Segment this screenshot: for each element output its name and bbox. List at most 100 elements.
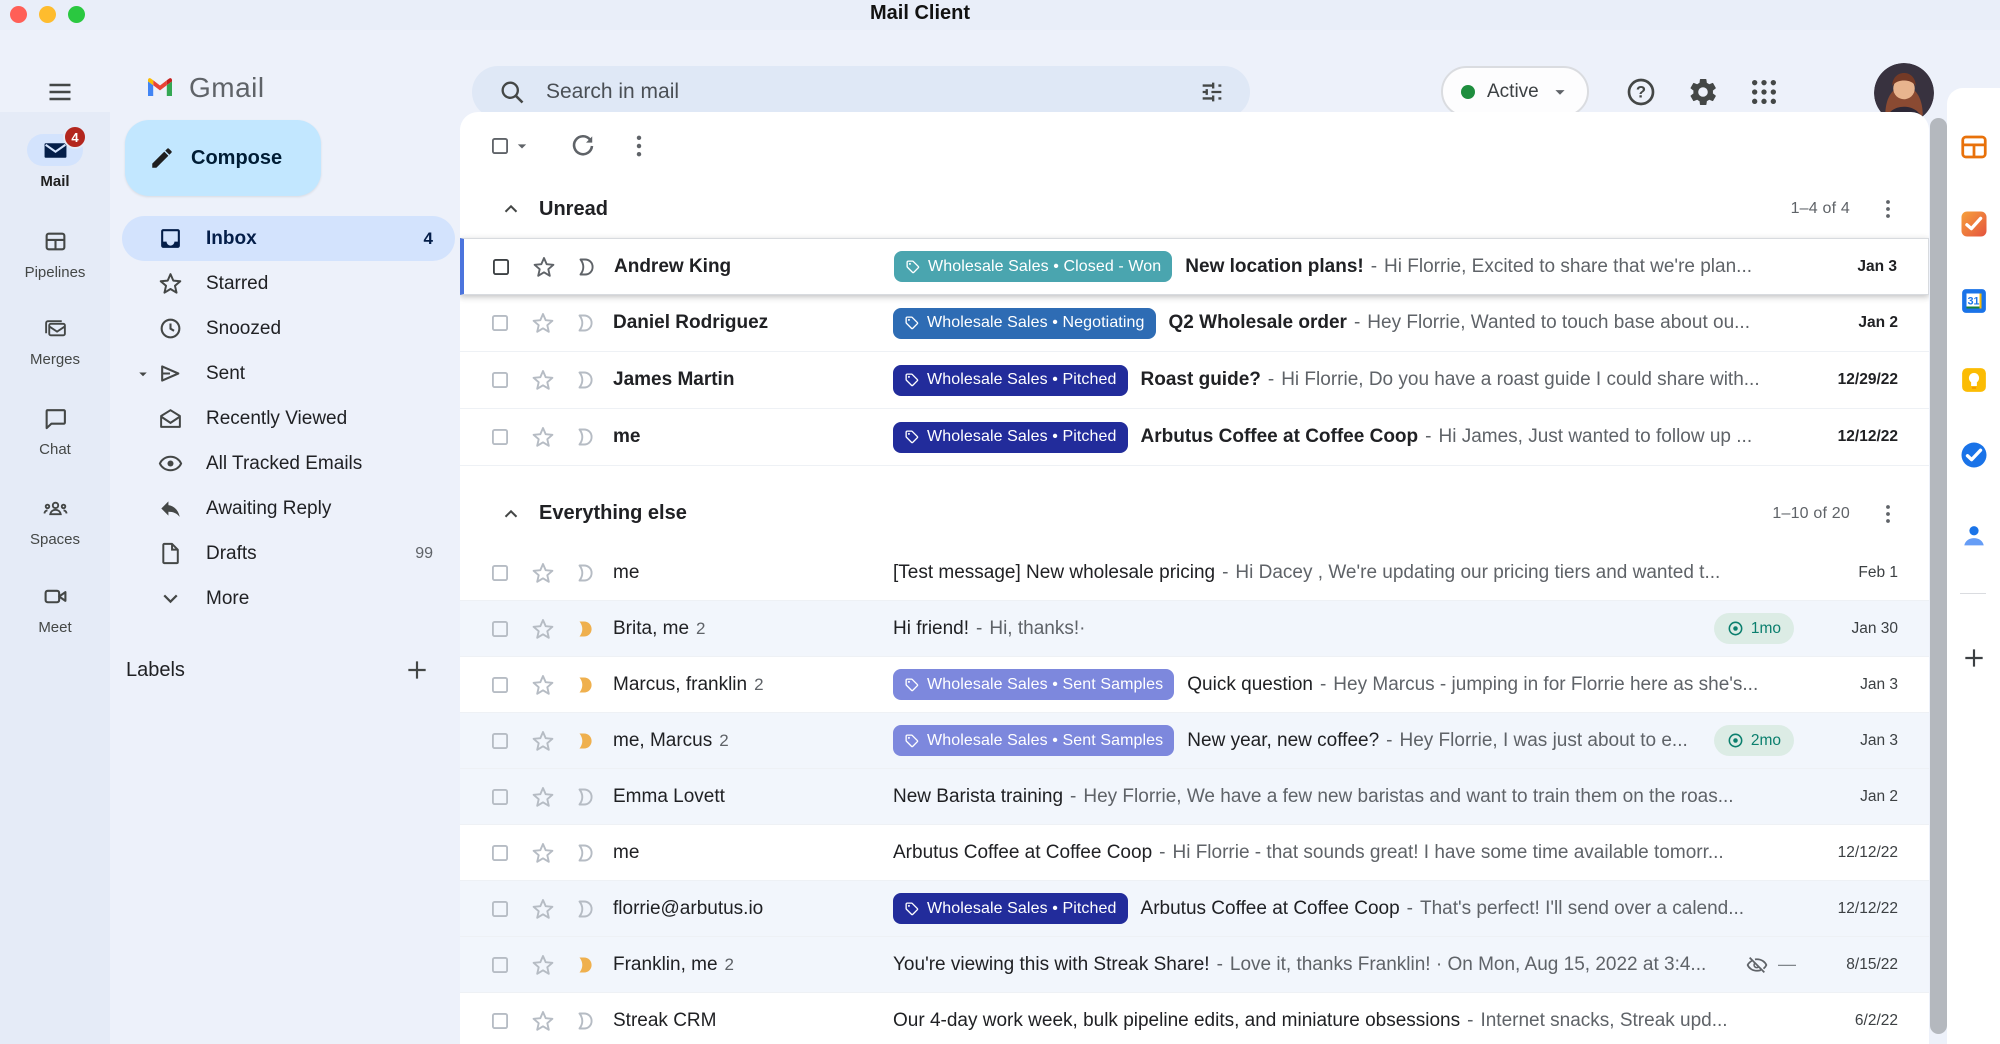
pipeline-stage-label[interactable]: Wholesale Sales • Pitched bbox=[893, 893, 1128, 924]
compose-button[interactable]: Compose bbox=[125, 120, 321, 196]
row-checkbox[interactable] bbox=[490, 313, 510, 333]
sidebar-item-starred[interactable]: Starred bbox=[122, 261, 455, 306]
rail-item-merges[interactable]: Merges bbox=[0, 312, 110, 368]
google-keep-icon[interactable] bbox=[1959, 365, 1989, 395]
expander-caret-icon[interactable] bbox=[134, 365, 152, 383]
google-apps-grid-icon[interactable] bbox=[1748, 76, 1780, 108]
window-minimize-button[interactable] bbox=[39, 6, 56, 23]
window-close-button[interactable] bbox=[10, 6, 27, 23]
email-row[interactable]: Streak CRMOur 4-day work week, bulk pipe… bbox=[460, 993, 1929, 1044]
email-row[interactable]: Marcus, franklin2Wholesale Sales • Sent … bbox=[460, 657, 1929, 713]
email-row[interactable]: Daniel RodriguezWholesale Sales • Negoti… bbox=[460, 295, 1929, 352]
star-icon[interactable] bbox=[531, 617, 555, 641]
email-row[interactable]: Brita, me2Hi friend!-Hi, thanks!·1moJan … bbox=[460, 601, 1929, 657]
row-checkbox[interactable] bbox=[490, 370, 510, 390]
streak-box-icon[interactable] bbox=[574, 255, 598, 279]
add-label-icon[interactable] bbox=[404, 657, 430, 683]
streak-box-icon[interactable] bbox=[573, 368, 597, 392]
row-checkbox[interactable] bbox=[490, 787, 510, 807]
google-tasks-icon[interactable] bbox=[1959, 440, 1989, 470]
streak-box-icon[interactable] bbox=[573, 425, 597, 449]
row-checkbox[interactable] bbox=[490, 675, 510, 695]
main-menu-icon[interactable] bbox=[44, 78, 76, 106]
star-icon[interactable] bbox=[531, 729, 555, 753]
email-row[interactable]: Andrew KingWholesale Sales • Closed - Wo… bbox=[460, 238, 1929, 295]
streak-box-icon[interactable] bbox=[573, 897, 597, 921]
pipeline-stage-label[interactable]: Wholesale Sales • Pitched bbox=[893, 422, 1128, 453]
search-icon[interactable] bbox=[498, 78, 526, 106]
pipeline-stage-label[interactable]: Wholesale Sales • Sent Samples bbox=[893, 669, 1174, 700]
sidebar-item-drafts[interactable]: Drafts99 bbox=[122, 531, 455, 576]
sidebar-item-recently-viewed[interactable]: Recently Viewed bbox=[122, 396, 455, 441]
row-checkbox[interactable] bbox=[490, 619, 510, 639]
help-icon[interactable]: ? bbox=[1625, 76, 1657, 108]
sidebar-item-more[interactable]: More bbox=[122, 576, 455, 621]
collapse-section-icon[interactable] bbox=[500, 198, 522, 220]
email-row[interactable]: florrie@arbutus.ioWholesale Sales • Pitc… bbox=[460, 881, 1929, 937]
row-checkbox[interactable] bbox=[490, 731, 510, 751]
window-zoom-button[interactable] bbox=[68, 6, 85, 23]
sidebar-item-inbox[interactable]: Inbox4 bbox=[122, 216, 455, 261]
star-icon[interactable] bbox=[531, 561, 555, 585]
status-selector[interactable]: Active bbox=[1441, 66, 1589, 117]
section-menu-icon[interactable] bbox=[1876, 502, 1900, 526]
email-row[interactable]: me[Test message] New wholesale pricing-H… bbox=[460, 545, 1929, 601]
rail-item-pipelines[interactable]: Pipelines bbox=[0, 225, 110, 281]
pipeline-stage-label[interactable]: Wholesale Sales • Closed - Won bbox=[894, 251, 1172, 282]
star-icon[interactable] bbox=[531, 1009, 555, 1033]
streak-box-icon[interactable] bbox=[573, 841, 597, 865]
streak-box-icon[interactable] bbox=[573, 617, 597, 641]
streak-pipelines-icon[interactable] bbox=[1959, 132, 1989, 162]
collapse-section-icon[interactable] bbox=[500, 503, 522, 525]
row-checkbox[interactable] bbox=[490, 899, 510, 919]
more-options-icon[interactable] bbox=[625, 132, 653, 160]
streak-box-icon[interactable] bbox=[573, 673, 597, 697]
star-icon[interactable] bbox=[531, 673, 555, 697]
sidebar-item-all-tracked-emails[interactable]: All Tracked Emails bbox=[122, 441, 455, 486]
sidebar-item-snoozed[interactable]: Snoozed bbox=[122, 306, 455, 351]
email-row[interactable]: meWholesale Sales • PitchedArbutus Coffe… bbox=[460, 409, 1929, 466]
pipeline-stage-label[interactable]: Wholesale Sales • Negotiating bbox=[893, 308, 1156, 339]
refresh-icon[interactable] bbox=[569, 132, 597, 160]
streak-box-icon[interactable] bbox=[573, 953, 597, 977]
row-checkbox[interactable] bbox=[490, 843, 510, 863]
sidebar-item-awaiting-reply[interactable]: Awaiting Reply bbox=[122, 486, 455, 531]
pipeline-stage-label[interactable]: Wholesale Sales • Sent Samples bbox=[893, 725, 1174, 756]
email-row[interactable]: Franklin, me2You're viewing this with St… bbox=[460, 937, 1929, 993]
section-menu-icon[interactable] bbox=[1876, 197, 1900, 221]
streak-box-icon[interactable] bbox=[573, 785, 597, 809]
star-icon[interactable] bbox=[531, 785, 555, 809]
star-icon[interactable] bbox=[531, 953, 555, 977]
settings-gear-icon[interactable] bbox=[1687, 76, 1719, 108]
row-checkbox[interactable] bbox=[490, 1011, 510, 1031]
google-calendar-icon[interactable]: 31 bbox=[1959, 286, 1989, 316]
search-placeholder[interactable]: Search in mail bbox=[546, 80, 1198, 104]
rail-item-meet[interactable]: Meet bbox=[0, 580, 110, 636]
sidebar-item-sent[interactable]: Sent bbox=[122, 351, 455, 396]
streak-mail-icon[interactable] bbox=[1959, 209, 1989, 239]
google-contacts-icon[interactable] bbox=[1959, 521, 1989, 551]
search-options-icon[interactable] bbox=[1198, 78, 1226, 106]
email-row[interactable]: James MartinWholesale Sales • PitchedRoa… bbox=[460, 352, 1929, 409]
list-scrollbar[interactable] bbox=[1930, 118, 1947, 1034]
pipeline-stage-label[interactable]: Wholesale Sales • Pitched bbox=[893, 365, 1128, 396]
star-icon[interactable] bbox=[531, 425, 555, 449]
star-icon[interactable] bbox=[531, 841, 555, 865]
streak-box-icon[interactable] bbox=[573, 1009, 597, 1033]
rail-item-spaces[interactable]: Spaces bbox=[0, 492, 110, 548]
email-row[interactable]: meArbutus Coffee at Coffee Coop-Hi Florr… bbox=[460, 825, 1929, 881]
star-icon[interactable] bbox=[532, 255, 556, 279]
row-checkbox[interactable] bbox=[490, 427, 510, 447]
star-icon[interactable] bbox=[531, 368, 555, 392]
row-checkbox[interactable] bbox=[490, 955, 510, 975]
streak-box-icon[interactable] bbox=[573, 311, 597, 335]
search-bar[interactable]: Search in mail bbox=[472, 66, 1250, 118]
star-icon[interactable] bbox=[531, 897, 555, 921]
get-addons-plus-icon[interactable] bbox=[1961, 645, 1987, 671]
select-all-checkbox[interactable] bbox=[490, 136, 510, 156]
streak-box-icon[interactable] bbox=[573, 729, 597, 753]
rail-item-chat[interactable]: Chat bbox=[0, 402, 110, 458]
select-dropdown-icon[interactable] bbox=[512, 136, 532, 156]
email-row[interactable]: me, Marcus2Wholesale Sales • Sent Sample… bbox=[460, 713, 1929, 769]
streak-box-icon[interactable] bbox=[573, 561, 597, 585]
